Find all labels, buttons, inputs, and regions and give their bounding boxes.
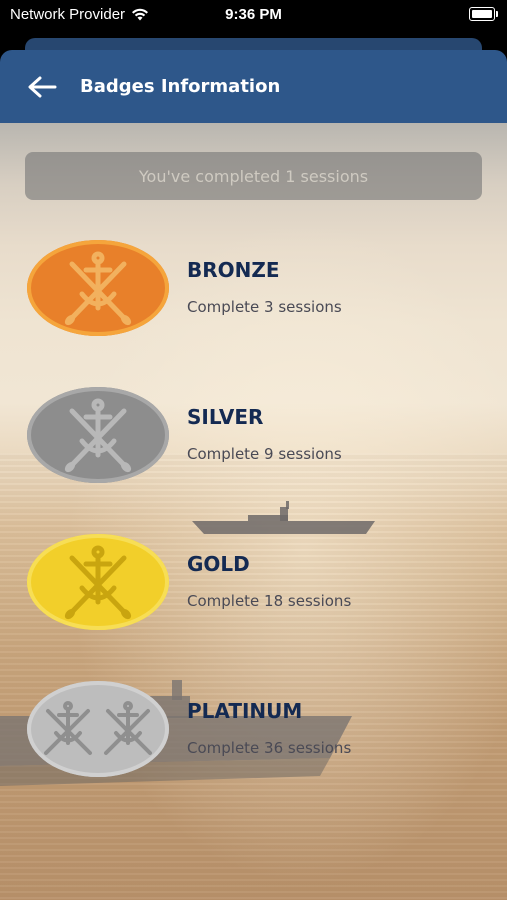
badge-name-gold: GOLD [187,552,250,576]
badge-name-silver: SILVER [187,405,264,429]
badge-requirement-bronze: Complete 3 sessions [187,298,342,316]
arrow-left-icon [28,76,57,97]
anchor-crossed-oars-icon [64,251,132,326]
header: Badges Information [0,50,507,123]
back-button[interactable] [24,69,60,105]
badge-row-gold: GOLD Complete 18 sessions [27,534,487,634]
double-anchor-crossed-oars-icon [44,701,152,755]
battery-icon [469,7,498,21]
badge-platinum [27,681,169,777]
anchor-crossed-oars-icon [64,398,132,473]
session-progress-banner: You've completed 1 sessions [25,152,482,200]
badge-row-bronze: BRONZE Complete 3 sessions [27,240,487,340]
badge-name-bronze: BRONZE [187,258,280,282]
session-progress-text: You've completed 1 sessions [138,166,369,186]
badge-requirement-gold: Complete 18 sessions [187,592,352,610]
badge-row-silver: SILVER Complete 9 sessions [27,387,487,487]
badge-name-platinum: PLATINUM [187,699,303,723]
badge-bronze [27,240,169,336]
badge-requirement-silver: Complete 9 sessions [187,445,342,463]
badge-row-platinum: PLATINUM Complete 36 sessions [27,681,487,781]
status-time: 9:36 PM [225,6,282,23]
status-bar: Network Provider 9:36 PM [0,0,507,30]
badges-sheet: Badges Information You've completed 1 se… [0,50,507,900]
badge-requirement-platinum: Complete 36 sessions [187,739,352,757]
badge-silver [27,387,169,483]
badge-gold [27,534,169,630]
anchor-crossed-oars-icon [64,545,132,620]
page-title: Badges Information [80,76,281,97]
